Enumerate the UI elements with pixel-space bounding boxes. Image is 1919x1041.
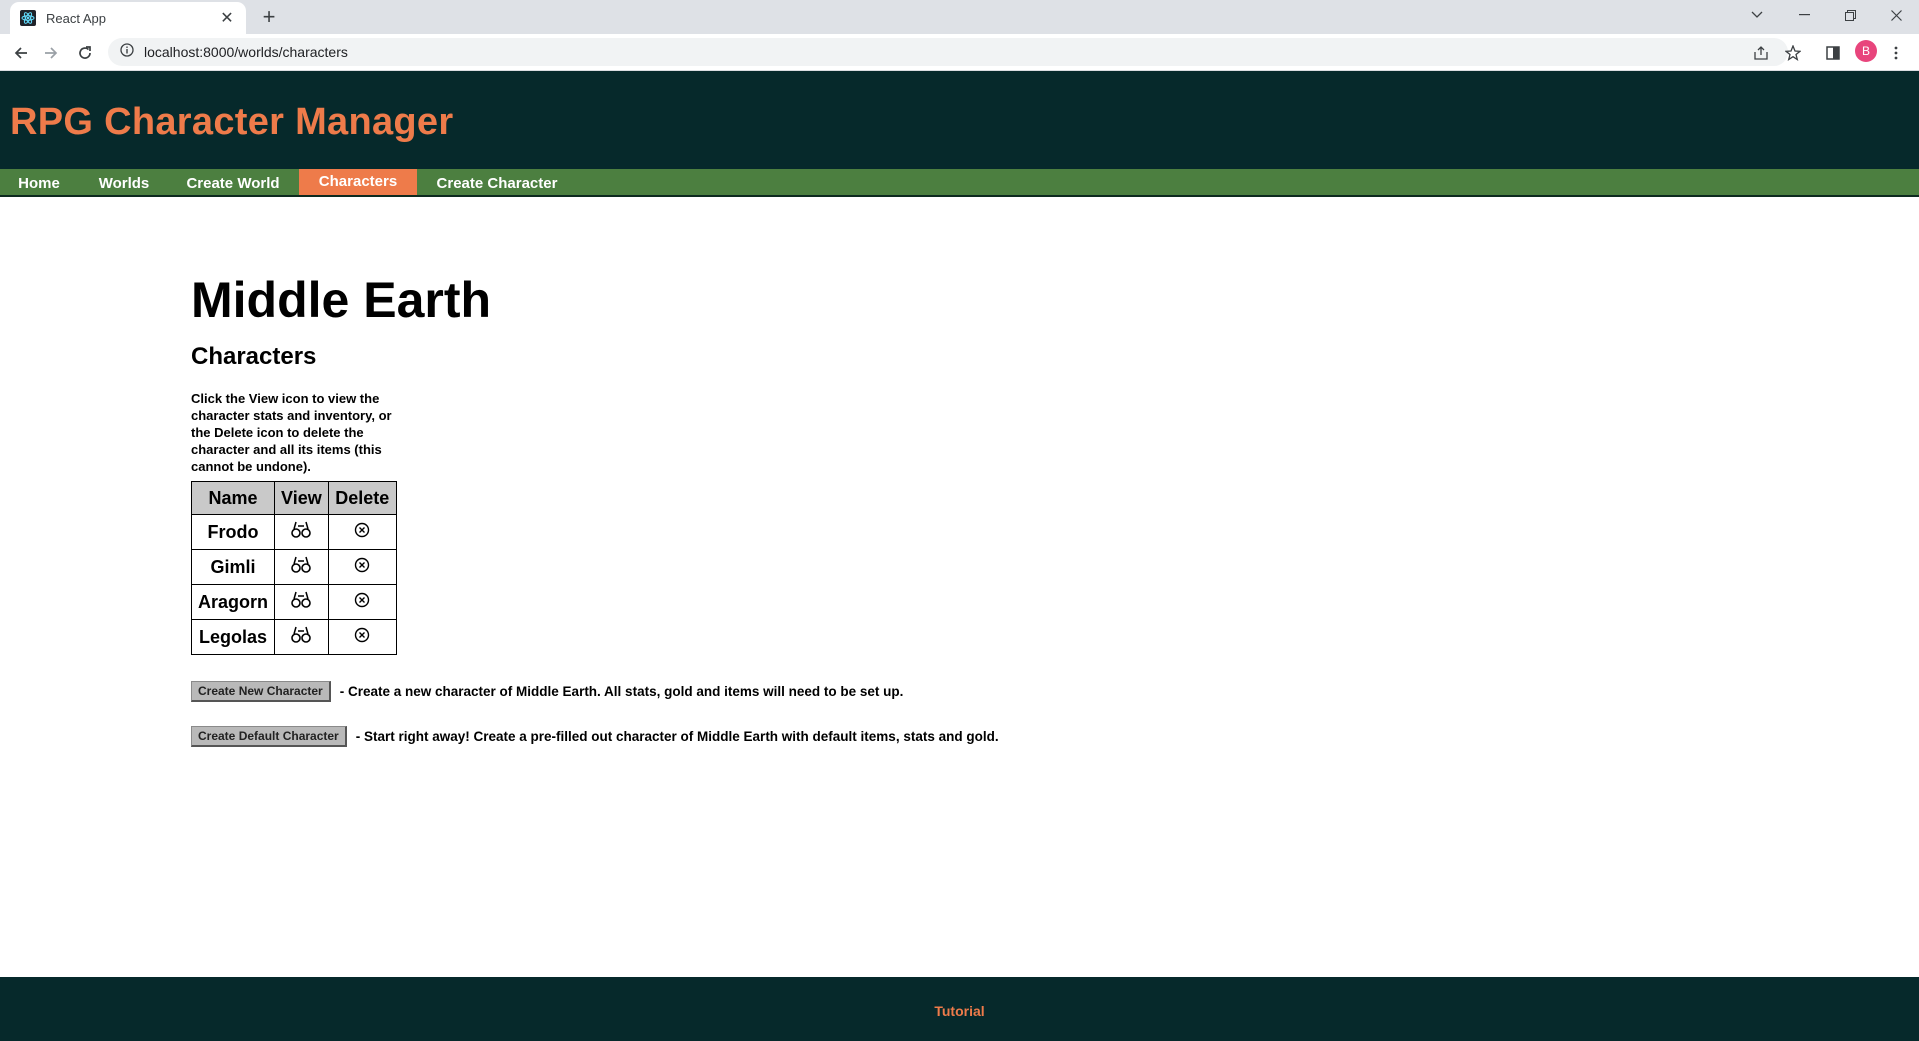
character-name: Aragorn xyxy=(190,584,276,620)
forward-arrow-icon[interactable] xyxy=(37,39,65,67)
create-new-character-row: Create New Character - Create a new char… xyxy=(191,681,1291,702)
create-default-character-row: Create Default Character - Start right a… xyxy=(191,726,1291,747)
circle-x-icon[interactable] xyxy=(354,592,370,608)
reload-icon[interactable] xyxy=(71,39,99,67)
create-default-character-button[interactable]: Create Default Character xyxy=(191,726,347,747)
view-character-button[interactable] xyxy=(274,514,329,550)
character-name: Legolas xyxy=(190,619,276,655)
instructions-text: Click the View icon to view the characte… xyxy=(191,391,392,474)
circle-x-icon[interactable] xyxy=(354,557,370,573)
create-new-character-button[interactable]: Create New Character xyxy=(191,681,331,702)
side-panel-icon[interactable] xyxy=(1822,42,1844,64)
app-footer: Tutorial xyxy=(0,977,1919,1041)
circle-x-icon[interactable] xyxy=(354,522,370,538)
browser-toolbar: localhost:8000/worlds/characters xyxy=(0,34,1919,71)
site-info-icon[interactable] xyxy=(120,42,134,62)
tab-title: React App xyxy=(46,10,106,26)
app-title: RPG Character Manager xyxy=(10,101,454,143)
table-row: Aragorn xyxy=(190,584,397,620)
nav-home[interactable]: Home xyxy=(0,169,78,195)
bookmark-star-icon[interactable] xyxy=(1782,42,1804,64)
profile-avatar[interactable]: B xyxy=(1855,40,1877,62)
column-header-view: View xyxy=(274,481,329,515)
character-name: Gimli xyxy=(190,549,276,585)
world-title: Middle Earth xyxy=(191,272,492,328)
kebab-menu-icon[interactable] xyxy=(1885,42,1907,64)
browser-tab-bar: React App ✕ + xyxy=(0,0,1919,34)
minimize-icon[interactable] xyxy=(1781,0,1827,30)
app-header: RPG Character Manager xyxy=(0,71,1919,169)
react-favicon-icon xyxy=(20,10,36,26)
main-navbar: Home Worlds Create World Characters Crea… xyxy=(0,169,1919,197)
view-character-button[interactable] xyxy=(274,584,329,620)
binoculars-icon[interactable] xyxy=(291,591,312,609)
close-window-icon[interactable] xyxy=(1873,0,1919,30)
binoculars-icon[interactable] xyxy=(291,521,312,539)
delete-character-button[interactable] xyxy=(327,514,397,550)
character-name: Frodo xyxy=(190,514,276,550)
view-character-button[interactable] xyxy=(274,549,329,585)
share-icon[interactable] xyxy=(1750,42,1772,64)
circle-x-icon[interactable] xyxy=(354,627,370,643)
table-row: Legolas xyxy=(190,619,397,655)
table-row: Frodo xyxy=(190,514,397,550)
browser-tab[interactable]: React App ✕ xyxy=(10,2,246,34)
restore-icon[interactable] xyxy=(1827,0,1873,30)
back-arrow-icon[interactable] xyxy=(7,39,35,67)
address-bar[interactable]: localhost:8000/worlds/characters xyxy=(108,38,1788,66)
table-row: Gimli xyxy=(190,549,397,585)
url-text[interactable]: localhost:8000/worlds/characters xyxy=(144,44,348,60)
tab-close-icon[interactable]: ✕ xyxy=(218,8,236,28)
new-tab-button[interactable]: + xyxy=(256,5,282,31)
characters-table: Name View Delete Frodo Gimli Aragorn Leg… xyxy=(190,481,397,655)
tab-search-icon[interactable] xyxy=(1734,0,1780,30)
nav-create-world[interactable]: Create World xyxy=(172,169,294,195)
section-title: Characters xyxy=(191,343,317,370)
binoculars-icon[interactable] xyxy=(291,556,312,574)
delete-character-button[interactable] xyxy=(327,549,397,585)
tutorial-link[interactable]: Tutorial xyxy=(0,1003,1919,1019)
column-header-name: Name xyxy=(190,481,276,515)
view-character-button[interactable] xyxy=(274,619,329,655)
nav-create-character[interactable]: Create Character xyxy=(428,169,566,195)
binoculars-icon[interactable] xyxy=(291,626,312,644)
nav-characters[interactable]: Characters xyxy=(299,169,417,195)
delete-character-button[interactable] xyxy=(327,584,397,620)
create-default-character-description: - Start right away! Create a pre-filled … xyxy=(355,729,999,744)
delete-character-button[interactable] xyxy=(327,619,397,655)
create-new-character-description: - Create a new character of Middle Earth… xyxy=(339,684,904,699)
column-header-delete: Delete xyxy=(327,481,397,515)
main-content: Middle Earth Characters Click the View i… xyxy=(190,270,1291,747)
table-header-row: Name View Delete xyxy=(190,481,397,515)
nav-worlds[interactable]: Worlds xyxy=(86,169,162,195)
